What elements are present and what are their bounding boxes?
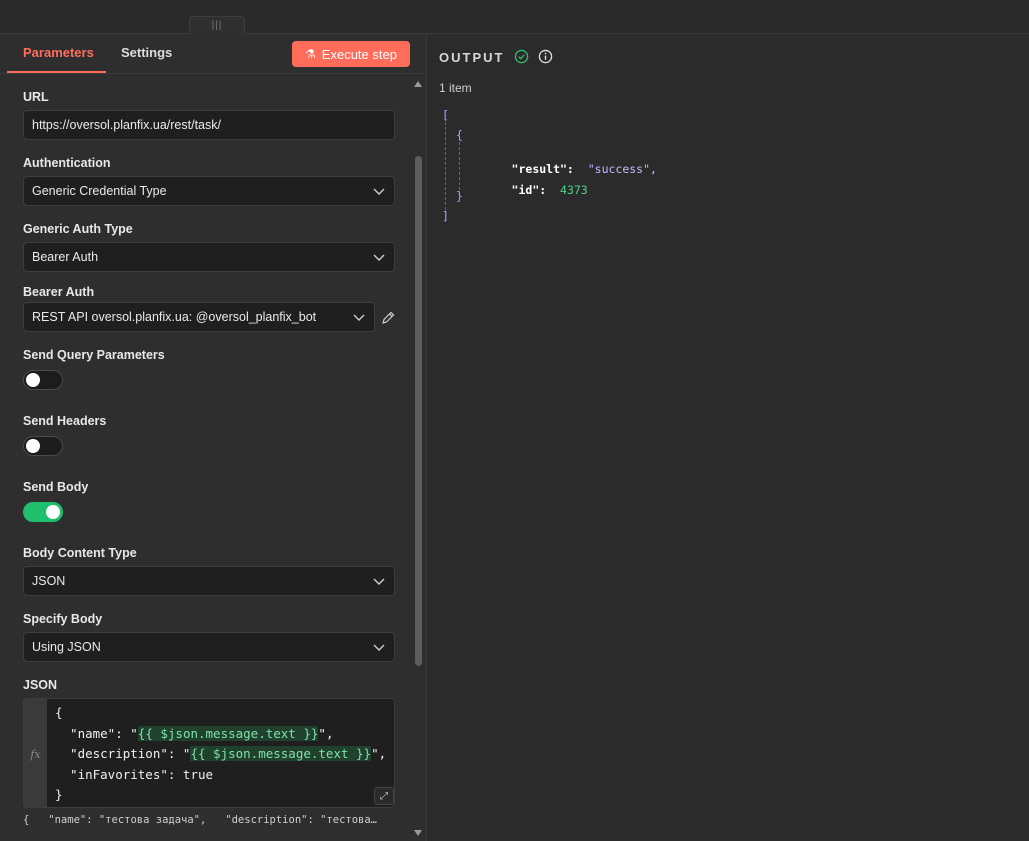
json-open-bracket: [ — [442, 108, 449, 122]
specify-body-value: Using JSON — [32, 640, 101, 654]
json-code: { "name": "{{ $json.message.text }}", "d… — [55, 705, 386, 807]
send-body-label: Send Body — [23, 480, 89, 494]
body-content-type-label: Body Content Type — [23, 546, 137, 560]
output-title: OUTPUT — [439, 50, 505, 65]
fx-expression-icon: fx — [24, 699, 47, 807]
execute-step-button[interactable]: ⚗ Execute step — [292, 41, 410, 67]
expression-highlight: {{ $json.message.text }} — [190, 746, 372, 761]
json-label: JSON — [23, 678, 58, 692]
json-close-bracket: ] — [442, 209, 449, 223]
body-content-type-select[interactable]: JSON — [23, 566, 395, 596]
generic-auth-type-value: Bearer Auth — [32, 250, 99, 264]
url-input[interactable]: https://oversol.planfix.ua/rest/task/ — [23, 110, 395, 140]
code-text: ", — [318, 725, 334, 741]
flask-icon: ⚗ — [305, 47, 316, 61]
url-label: URL — [23, 90, 49, 104]
output-panel: OUTPUT 1 item [ { "result": "success", "… — [428, 34, 1029, 841]
code-text: ", — [371, 746, 387, 761]
chevron-down-icon — [373, 254, 385, 261]
edit-credential-pencil-icon[interactable] — [380, 310, 396, 326]
chevron-down-icon — [353, 314, 365, 321]
tab-settings[interactable]: Settings — [121, 45, 172, 60]
scrollbar-thumb[interactable] — [415, 156, 422, 666]
drag-handle-icon[interactable]: ||| — [189, 16, 245, 34]
json-result-preview: { "name": "тестова задача", "description… — [23, 814, 378, 826]
items-count: 1 item — [439, 81, 472, 95]
json-string-value: "success", — [587, 162, 657, 176]
specify-body-select[interactable]: Using JSON — [23, 632, 395, 662]
chevron-down-icon — [373, 188, 385, 195]
authentication-label: Authentication — [23, 156, 111, 170]
bearer-auth-value: REST API oversol.planfix.ua: @oversol_pl… — [32, 310, 317, 324]
toggle-knob — [26, 439, 40, 453]
active-tab-indicator — [7, 71, 106, 73]
json-number-value: 4373 — [560, 183, 588, 197]
send-body-toggle[interactable] — [23, 502, 63, 522]
code-line: } — [55, 787, 63, 802]
json-open-brace: { — [456, 128, 463, 142]
code-line: { — [55, 705, 63, 720]
chevron-down-icon — [373, 578, 385, 585]
body-content-type-value: JSON — [32, 574, 66, 588]
tab-parameters[interactable]: Parameters — [23, 45, 94, 60]
json-key: "id": — [511, 183, 547, 197]
toggle-knob — [26, 373, 40, 387]
generic-auth-type-label: Generic Auth Type — [23, 222, 133, 236]
code-text: "description": " — [55, 746, 191, 761]
code-text: "name": " — [55, 725, 138, 741]
bearer-auth-select[interactable]: REST API oversol.planfix.ua: @oversol_pl… — [23, 302, 375, 332]
scroll-up-icon[interactable] — [413, 80, 423, 88]
bearer-auth-label: Bearer Auth — [23, 285, 95, 299]
send-query-label: Send Query Parameters — [23, 348, 165, 362]
generic-auth-type-select[interactable]: Bearer Auth — [23, 242, 395, 272]
info-icon[interactable] — [538, 49, 553, 64]
send-headers-label: Send Headers — [23, 414, 107, 428]
indent-guide — [445, 122, 446, 210]
expression-highlight: {{ $json.message.text }} — [137, 725, 319, 741]
panel-tabs: Parameters Settings ⚗ Execute step — [0, 34, 426, 74]
send-query-toggle[interactable] — [23, 370, 63, 390]
send-headers-toggle[interactable] — [23, 436, 63, 456]
code-line: "inFavorites": true — [55, 766, 214, 782]
json-body-editor[interactable]: fx { "name": "{{ $json.message.text }}",… — [23, 698, 395, 808]
code-line: "name": "{{ $json.message.text }}", — [55, 725, 386, 747]
json-close-brace: } — [456, 189, 463, 203]
scroll-down-icon[interactable] — [413, 829, 423, 837]
specify-body-label: Specify Body — [23, 612, 103, 626]
chevron-down-icon — [373, 644, 385, 651]
json-row-id[interactable]: "id": 4373 — [470, 169, 588, 211]
url-value: https://oversol.planfix.ua/rest/task/ — [32, 118, 221, 132]
execute-step-label: Execute step — [321, 46, 397, 62]
code-line: "description": "{{ $json.message.text }}… — [55, 746, 386, 767]
top-bar: ||| — [0, 0, 1029, 34]
success-check-icon — [514, 49, 529, 64]
expand-editor-icon[interactable]: ⤢ — [374, 787, 394, 805]
authentication-value: Generic Credential Type — [32, 184, 167, 198]
indent-guide — [459, 142, 460, 190]
authentication-select[interactable]: Generic Credential Type — [23, 176, 395, 206]
toggle-knob — [46, 505, 60, 519]
parameters-panel: Parameters Settings ⚗ Execute step URL h… — [0, 34, 427, 841]
